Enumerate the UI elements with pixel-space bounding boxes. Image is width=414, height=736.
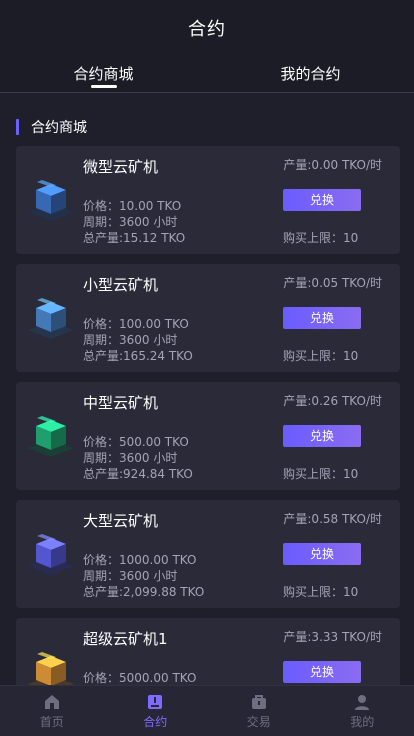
exchange-button[interactable]: 兑换 — [283, 425, 361, 447]
miner-total-output: 总产量:165.24 TKO — [83, 349, 193, 363]
bottom-nav: 首页 合约 交易 我的 — [0, 685, 414, 736]
miner-price: 价格：500.00 TKO — [83, 435, 189, 449]
app-header: 合约 — [0, 0, 414, 56]
exchange-button[interactable]: 兑换 — [283, 189, 361, 211]
miner-rate: 产量:0.58 TKO/时 — [283, 512, 382, 526]
tab-label: 我的合约 — [280, 65, 341, 83]
trade-icon — [251, 694, 266, 709]
miner-total-output: 总产量:924.84 TKO — [83, 467, 193, 481]
miner-name: 超级云矿机1 — [83, 630, 168, 648]
miner-price: 价格：100.00 TKO — [83, 317, 189, 331]
miner-card: 微型云矿机 价格：10.00 TKO 周期：3600 小时 总产量:15.12 … — [16, 146, 400, 254]
miner-box-icon — [28, 534, 74, 575]
nav-label: 首页 — [39, 714, 64, 729]
tab-my-contracts[interactable]: 我的合约 — [207, 56, 414, 92]
miner-period: 周期：3600 小时 — [83, 333, 178, 347]
tab-contract-mall[interactable]: 合约商城 — [0, 56, 207, 92]
miner-box-icon — [28, 416, 74, 457]
miner-rate: 产量:0.05 TKO/时 — [283, 276, 382, 290]
exchange-button[interactable]: 兑换 — [283, 307, 361, 329]
miner-card: 小型云矿机 价格：100.00 TKO 周期：3600 小时 总产量:165.2… — [16, 264, 400, 372]
purchase-limit: 购买上限：10 — [283, 467, 359, 481]
user-icon — [355, 694, 370, 710]
home-icon — [44, 694, 59, 709]
miner-list: 微型云矿机 价格：10.00 TKO 周期：3600 小时 总产量:15.12 … — [16, 146, 400, 736]
nav-trade[interactable]: 交易 — [207, 686, 311, 736]
tab-bar: 合约商城 我的合约 — [0, 56, 414, 93]
nav-contract[interactable]: 合约 — [104, 686, 208, 736]
section-accent-bar — [16, 119, 19, 135]
nav-label: 合约 — [143, 714, 168, 729]
miner-box-icon — [28, 180, 74, 221]
exchange-button[interactable]: 兑换 — [283, 661, 361, 683]
exchange-button[interactable]: 兑换 — [283, 543, 361, 565]
purchase-limit: 购买上限：10 — [283, 231, 359, 245]
miner-period: 周期：3600 小时 — [83, 569, 178, 583]
purchase-limit: 购买上限：10 — [283, 349, 359, 363]
miner-card: 大型云矿机 价格：1000.00 TKO 周期：3600 小时 总产量:2,09… — [16, 500, 400, 608]
purchase-limit: 购买上限：10 — [283, 585, 359, 599]
nav-label: 我的 — [350, 714, 375, 729]
miner-period: 周期：3600 小时 — [83, 451, 178, 465]
active-tab-indicator — [90, 85, 117, 88]
miner-price: 价格：10.00 TKO — [83, 199, 182, 213]
miner-total-output: 总产量:15.12 TKO — [83, 231, 186, 245]
miner-rate: 产量:0.00 TKO/时 — [283, 158, 382, 172]
nav-mine[interactable]: 我的 — [311, 686, 414, 736]
contract-icon — [148, 694, 163, 709]
miner-period: 周期：3600 小时 — [83, 215, 178, 229]
miner-total-output: 总产量:2,099.88 TKO — [83, 585, 205, 599]
section-header: 合约商城 — [16, 118, 87, 136]
miner-name: 微型云矿机 — [83, 158, 159, 176]
tab-label: 合约商城 — [73, 65, 134, 83]
page-title: 合约 — [188, 19, 226, 40]
miner-box-icon — [28, 298, 74, 339]
miner-rate: 产量:3.33 TKO/时 — [283, 630, 382, 644]
miner-price: 价格：1000.00 TKO — [83, 553, 197, 567]
miner-price: 价格：5000.00 TKO — [83, 671, 197, 685]
section-title: 合约商城 — [31, 120, 87, 136]
miner-rate: 产量:0.26 TKO/时 — [283, 394, 382, 408]
miner-name: 小型云矿机 — [83, 276, 159, 294]
nav-home[interactable]: 首页 — [0, 686, 104, 736]
nav-label: 交易 — [246, 714, 271, 729]
miner-card: 中型云矿机 价格：500.00 TKO 周期：3600 小时 总产量:924.8… — [16, 382, 400, 490]
miner-name: 中型云矿机 — [83, 394, 159, 412]
miner-name: 大型云矿机 — [83, 512, 159, 530]
